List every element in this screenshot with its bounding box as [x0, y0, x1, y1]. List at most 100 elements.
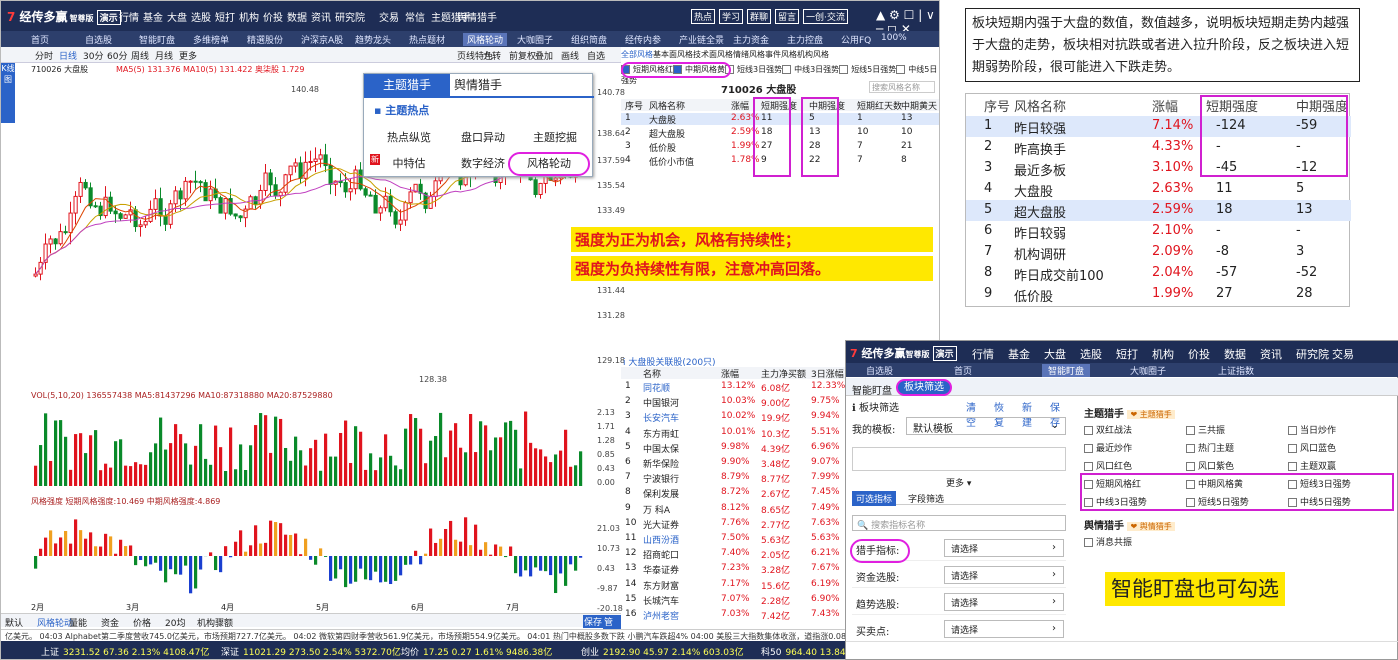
theme-option[interactable]: 最近炒作: [1084, 441, 1132, 454]
panel2-menu-item[interactable]: 行情: [972, 346, 994, 362]
subnav-item[interactable]: 经传内参: [625, 33, 661, 46]
style-search-input[interactable]: 搜索风格名称: [869, 81, 935, 93]
panel2-menu-item[interactable]: 机构: [1152, 346, 1174, 362]
theme-option[interactable]: 风口红色: [1084, 459, 1132, 472]
option-checkbox[interactable]: [1288, 462, 1297, 471]
btn-style-rotation[interactable]: 风格轮动: [508, 152, 590, 176]
panel2-subnav-item[interactable]: 首页: [954, 364, 972, 377]
indicator-tab[interactable]: 默认: [5, 616, 23, 629]
subnav-item[interactable]: 主力控盘: [787, 33, 823, 46]
panel2-subnav-item[interactable]: 智能盯盘: [1042, 364, 1091, 377]
indicator-tab[interactable]: 价格: [133, 616, 151, 629]
tab-smart-monitor[interactable]: 智能盯盘: [852, 382, 892, 397]
menu-item[interactable]: 资讯: [311, 9, 331, 24]
panel2-menu-item[interactable]: 数据: [1224, 346, 1246, 362]
period-tab[interactable]: 60分: [107, 49, 127, 62]
subnav-item[interactable]: 智能盯盘: [139, 33, 175, 46]
panel2-menu-item[interactable]: 价投: [1188, 346, 1210, 362]
option-checkbox[interactable]: [1288, 426, 1297, 435]
bottom-button[interactable]: 保存: [583, 615, 604, 628]
option-checkbox[interactable]: [1084, 462, 1093, 471]
subnav-item[interactable]: 沪深京A股: [301, 33, 343, 46]
btn-theme-mining[interactable]: 主题挖掘: [520, 128, 590, 148]
panel2-subnav-item[interactable]: 自选股: [866, 364, 893, 377]
theme-option[interactable]: 当日炒作: [1288, 423, 1336, 436]
title-button[interactable]: 学习: [719, 9, 744, 24]
indicator-tab[interactable]: 量能: [69, 616, 87, 629]
indicator-tab[interactable]: 20均: [165, 616, 185, 629]
btn-hotspot-overview[interactable]: 热点纵览: [374, 128, 444, 148]
indicator-tab[interactable]: 机构骤额: [197, 616, 233, 629]
style-filter[interactable]: 情绪风格: [733, 50, 765, 59]
panel2-subnav-item[interactable]: 上证指数: [1218, 364, 1254, 377]
option-checkbox[interactable]: [1288, 444, 1297, 453]
subnav-item[interactable]: 大咖圈子: [517, 33, 553, 46]
subnav-item[interactable]: 首页: [31, 33, 49, 46]
indicator-search-input[interactable]: 🔍 搜索指标名称: [852, 515, 1066, 531]
tab-field-filter[interactable]: 字段筛选: [908, 492, 944, 505]
app-logo[interactable]: 7 经传多赢 智尊版 演示: [7, 8, 121, 25]
style-filter[interactable]: 事件风格: [765, 50, 797, 59]
style-filter[interactable]: 全部风格: [621, 50, 653, 59]
period-tab[interactable]: 分时: [35, 49, 53, 62]
btn-china-special-valuation[interactable]: 中特估: [374, 154, 444, 174]
menu-item[interactable]: 数据: [287, 9, 307, 24]
period-tab[interactable]: 更多: [179, 49, 197, 62]
field-select[interactable]: 请选择: [944, 566, 1064, 584]
option-checkbox[interactable]: [1084, 426, 1093, 435]
subnav-item[interactable]: 趋势龙头: [355, 33, 391, 46]
menu-item[interactable]: 常信: [405, 9, 425, 24]
panel2-subnav-item[interactable]: 大咖圈子: [1130, 364, 1166, 377]
theme-option[interactable]: 三共振: [1186, 423, 1225, 436]
subnav-item[interactable]: 组织简盘: [571, 33, 607, 46]
option-checkbox[interactable]: [839, 65, 849, 74]
subnav-item[interactable]: 自选股: [85, 33, 112, 46]
subnav-item[interactable]: 产业链全景: [679, 33, 724, 46]
panel2-menu-item[interactable]: 资讯: [1260, 346, 1282, 362]
tab-sector-filter[interactable]: 板块筛选: [896, 379, 952, 396]
menu-item[interactable]: 研究院: [335, 9, 365, 24]
option-checkbox[interactable]: [782, 65, 792, 74]
panel2-menu-item[interactable]: 基金: [1008, 346, 1030, 362]
btn-order-anomaly[interactable]: 盘口异动: [448, 128, 518, 148]
chart-tool[interactable]: 前复权: [509, 49, 536, 62]
style-option[interactable]: 中线3日强势: [782, 65, 839, 74]
period-tab[interactable]: 周线: [131, 49, 149, 62]
field-select[interactable]: 请选择: [944, 620, 1064, 638]
chart-tool[interactable]: 画线: [561, 49, 579, 62]
strength-row[interactable]: 7 机构调研 2.09% -8 3: [966, 242, 1351, 263]
panel2-logo[interactable]: 7 经传多赢智尊版 演示: [850, 345, 957, 361]
menu-item[interactable]: 选股: [191, 9, 211, 24]
style-option[interactable]: 短线5日强势: [839, 65, 896, 74]
option-checkbox[interactable]: [1186, 462, 1195, 471]
template-select[interactable]: 默认模板 ⌄: [906, 417, 1066, 435]
subnav-item[interactable]: 热点题材: [409, 33, 445, 46]
theme-option[interactable]: 风口蓝色: [1288, 441, 1336, 454]
menu-item[interactable]: 机构: [239, 9, 259, 24]
indicator-tab[interactable]: 风格轮动: [37, 616, 73, 629]
style-filter[interactable]: 机构风格: [797, 50, 829, 59]
title-button[interactable]: 热点: [691, 9, 716, 24]
option-news-resonance[interactable]: 消息共振: [1084, 535, 1132, 548]
subnav-item[interactable]: 主力资金: [733, 33, 769, 46]
panel2-menu-item[interactable]: 短打: [1116, 346, 1138, 362]
menu-item[interactable]: 基金: [143, 9, 163, 24]
theme-option[interactable]: 主题双赢: [1288, 459, 1336, 472]
panel2-menu-item[interactable]: 大盘: [1044, 346, 1066, 362]
option-checkbox[interactable]: [896, 65, 906, 74]
menu-item[interactable]: 短打: [215, 9, 235, 24]
menu-item[interactable]: 舆情猎手: [457, 9, 497, 24]
option-checkbox[interactable]: [1084, 444, 1093, 453]
menu-item[interactable]: 交易: [379, 9, 399, 24]
strength-row[interactable]: 8 昨日成交前100 2.04% -57 -52: [966, 263, 1351, 284]
option-checkbox[interactable]: [1186, 444, 1195, 453]
tab-sentiment-hunter[interactable]: 舆情猎手: [454, 74, 534, 96]
panel2-menu-item[interactable]: 选股: [1080, 346, 1102, 362]
menu-item[interactable]: 行情: [119, 9, 139, 24]
style-filter[interactable]: 技术面风格: [693, 50, 733, 59]
panel2-menu-item[interactable]: 研究院: [1296, 346, 1329, 362]
more-button[interactable]: 更多 ▾: [946, 476, 971, 489]
period-tab[interactable]: 月线: [155, 49, 173, 62]
subnav-item[interactable]: 公用FQ: [841, 33, 871, 46]
style-option[interactable]: 短线3日强势: [725, 65, 782, 74]
